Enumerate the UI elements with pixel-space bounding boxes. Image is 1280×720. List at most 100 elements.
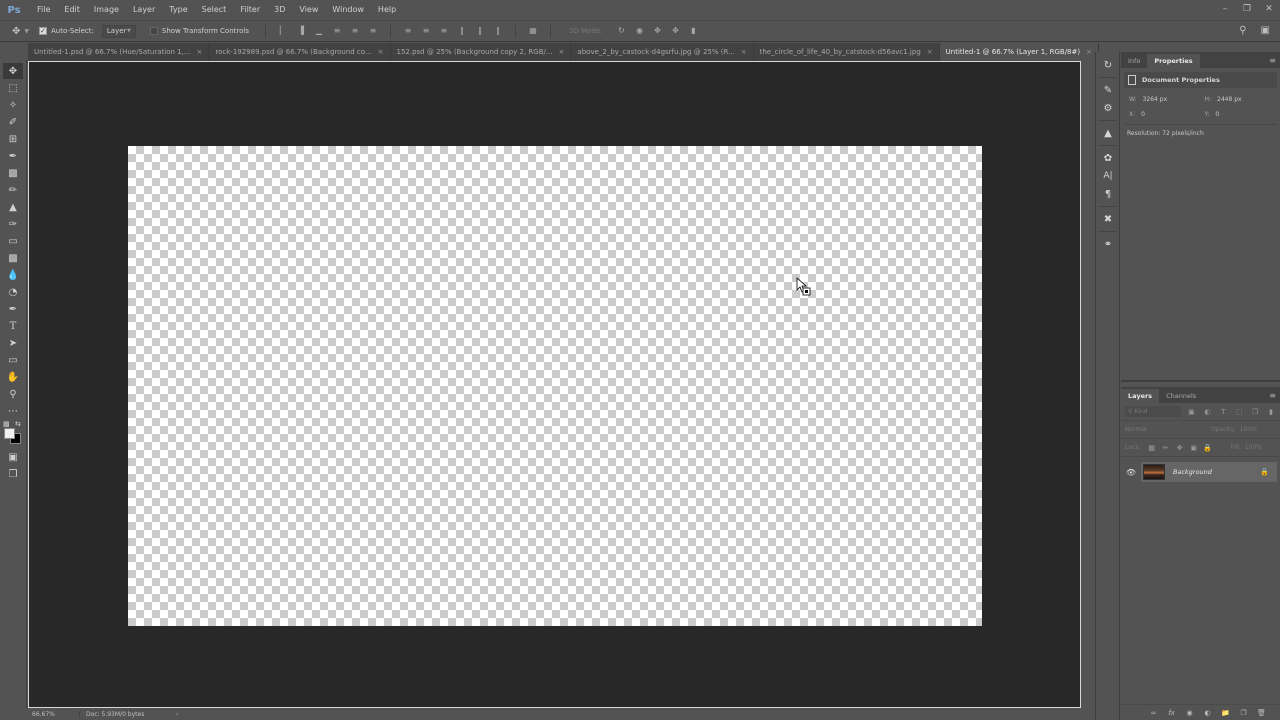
menu-image[interactable]: Image <box>87 0 126 20</box>
width-value[interactable]: 3264 px <box>1143 96 1168 103</box>
align-right-icon[interactable]: ≡ <box>368 26 378 36</box>
lock-position-icon[interactable]: ✥ <box>1175 444 1185 452</box>
brush-preset-icon[interactable]: ✎ <box>1097 81 1119 99</box>
adjustments-icon[interactable]: ⚙ <box>1097 99 1119 117</box>
hand-tool-icon[interactable]: ✋ <box>3 369 23 385</box>
menu-filter[interactable]: Filter <box>233 0 267 20</box>
orbit-3d-icon[interactable]: ↻ <box>617 26 627 36</box>
libraries-icon[interactable]: ⚭ <box>1097 235 1119 253</box>
foreground-color-swatch[interactable] <box>4 428 15 439</box>
eyedropper-tool-icon[interactable]: ✒ <box>3 148 23 164</box>
tool-presets-icon[interactable]: ✖ <box>1097 210 1119 228</box>
status-menu-arrow-icon[interactable]: › <box>176 711 178 718</box>
layer-name[interactable]: Background <box>1173 468 1260 476</box>
restore-icon[interactable]: ❐ <box>1236 2 1258 16</box>
scale-3d-icon[interactable]: ▮ <box>689 26 699 36</box>
blend-mode-dropdown[interactable]: Normal <box>1125 426 1207 433</box>
link-icon[interactable]: ∞ <box>1149 709 1158 717</box>
tab-152-psd[interactable]: 152.psd @ 25% (Background copy 2, RGB/..… <box>391 43 572 61</box>
show-transform-checkbox[interactable] <box>149 27 158 35</box>
adjustment-layer-icon[interactable]: ◐ <box>1203 709 1212 717</box>
slide-3d-icon[interactable]: ✥ <box>671 26 681 36</box>
tab-circle-of-life-jpg[interactable]: the_circle_of_life_40_by_catstock-d56avc… <box>754 43 940 61</box>
distribute-vcenter-icon[interactable]: ≡ <box>421 26 431 36</box>
tab-layers[interactable]: Layers <box>1121 389 1160 403</box>
distribute-top-icon[interactable]: ≡ <box>403 26 413 36</box>
pan-3d-icon[interactable]: ✥ <box>653 26 663 36</box>
zoom-tool-icon[interactable]: ⚲ <box>3 386 23 402</box>
search-icon[interactable]: ⚲ <box>1239 25 1246 36</box>
align-vcenter-icon[interactable]: ▐ <box>296 26 306 36</box>
path-select-tool-icon[interactable]: ➤ <box>3 335 23 351</box>
align-bottom-icon[interactable]: ▁ <box>314 26 324 36</box>
layer-row[interactable]: 👁 Background 🔒 <box>1121 462 1280 482</box>
tool-preset-caret-icon[interactable]: ▼ <box>24 28 29 35</box>
tab-properties[interactable]: Properties <box>1147 54 1200 68</box>
filter-shape-icon[interactable]: ⬚ <box>1234 408 1244 416</box>
more-tools-icon[interactable]: ⋯ <box>3 403 23 419</box>
lock-artboard-icon[interactable]: ▣ <box>1189 444 1199 452</box>
eye-icon[interactable]: 👁 <box>1121 468 1141 477</box>
marquee-tool-icon[interactable]: ⬚ <box>3 80 23 96</box>
filter-smart-object-icon[interactable]: ❐ <box>1250 408 1260 416</box>
auto-select-target-dropdown[interactable]: Layer ▼ <box>101 24 136 38</box>
align-hcenter-icon[interactable]: ≡ <box>350 26 360 36</box>
distribute-left-icon[interactable]: ‖ <box>457 26 467 36</box>
menu-view[interactable]: View <box>292 0 325 20</box>
group-icon[interactable]: 📁 <box>1221 709 1230 717</box>
tab-untitled-1-active[interactable]: Untitled-1 @ 66.7% (Layer 1, RGB/8#) × <box>939 43 1099 61</box>
workspace-icon[interactable]: ▣ <box>1261 25 1270 36</box>
type-tool-icon[interactable]: T <box>3 318 23 334</box>
dodge-tool-icon[interactable]: ◔ <box>3 284 23 300</box>
auto-select-checkbox[interactable]: ✓ <box>39 27 48 35</box>
move-tool-icon[interactable]: ✥ <box>3 63 23 79</box>
close-icon[interactable]: × <box>1086 48 1092 56</box>
close-icon[interactable]: × <box>197 48 203 56</box>
brush-tool-icon[interactable]: ✏ <box>3 182 23 198</box>
history-brush-tool-icon[interactable]: ✑ <box>3 216 23 232</box>
panel-menu-icon[interactable]: ≡ <box>1269 56 1276 65</box>
close-icon[interactable]: × <box>559 48 565 56</box>
crop-tool-icon[interactable]: ⊞ <box>3 131 23 147</box>
new-layer-icon[interactable]: ❐ <box>1239 709 1248 717</box>
rectangle-tool-icon[interactable]: ▭ <box>3 352 23 368</box>
distribute-bottom-icon[interactable]: ≡ <box>439 26 449 36</box>
brush-icon[interactable]: ✿ <box>1097 149 1119 167</box>
height-value[interactable]: 2448 px <box>1217 96 1242 103</box>
fill-field[interactable]: 100% <box>1245 444 1262 451</box>
tab-info[interactable]: Info <box>1121 54 1147 68</box>
close-icon[interactable]: × <box>741 48 747 56</box>
history-icon[interactable]: ↻ <box>1097 56 1119 74</box>
zoom-level[interactable]: 66.67% <box>28 711 80 718</box>
filter-pixel-icon[interactable]: ▣ <box>1187 408 1197 416</box>
paragraph-icon[interactable]: ¶ <box>1097 185 1119 203</box>
close-icon[interactable]: × <box>927 48 933 56</box>
gradient-tool-icon[interactable]: ▩ <box>3 250 23 266</box>
menu-3d[interactable]: 3D <box>267 0 292 20</box>
delete-icon[interactable]: 🗑 <box>1257 709 1266 717</box>
close-icon[interactable]: ✕ <box>1258 2 1280 16</box>
distribute-hcenter-icon[interactable]: ‖ <box>475 26 485 36</box>
pen-tool-icon[interactable]: ✒ <box>3 301 23 317</box>
blur-tool-icon[interactable]: 💧 <box>3 267 23 283</box>
lock-all-icon[interactable]: 🔒 <box>1203 444 1213 452</box>
lock-transparent-icon[interactable]: ▩ <box>1147 444 1157 452</box>
tab-rock-psd[interactable]: rock-192989.psd @ 66.7% (Background co..… <box>209 43 391 61</box>
menu-help[interactable]: Help <box>371 0 403 20</box>
swap-colors-icon[interactable]: ⇆ <box>15 420 21 428</box>
document-window[interactable] <box>28 61 1081 708</box>
roll-3d-icon[interactable]: ◉ <box>635 26 645 36</box>
minimize-icon[interactable]: – <box>1214 2 1236 16</box>
close-icon[interactable]: × <box>378 48 384 56</box>
align-top-icon[interactable]: ▏ <box>278 26 288 36</box>
distribute-right-icon[interactable]: ‖ <box>493 26 503 36</box>
transparent-canvas[interactable] <box>128 146 982 626</box>
layer-filter-dropdown[interactable]: ⚲ Kind <box>1125 406 1181 417</box>
menu-type[interactable]: Type <box>162 0 194 20</box>
layer-item-background[interactable]: Background 🔒 <box>1141 462 1277 482</box>
menu-file[interactable]: File <box>30 0 57 20</box>
menu-edit[interactable]: Edit <box>57 0 87 20</box>
y-value[interactable]: 0 <box>1215 111 1219 118</box>
healing-brush-tool-icon[interactable]: ▩ <box>3 165 23 181</box>
x-value[interactable]: 0 <box>1141 111 1145 118</box>
